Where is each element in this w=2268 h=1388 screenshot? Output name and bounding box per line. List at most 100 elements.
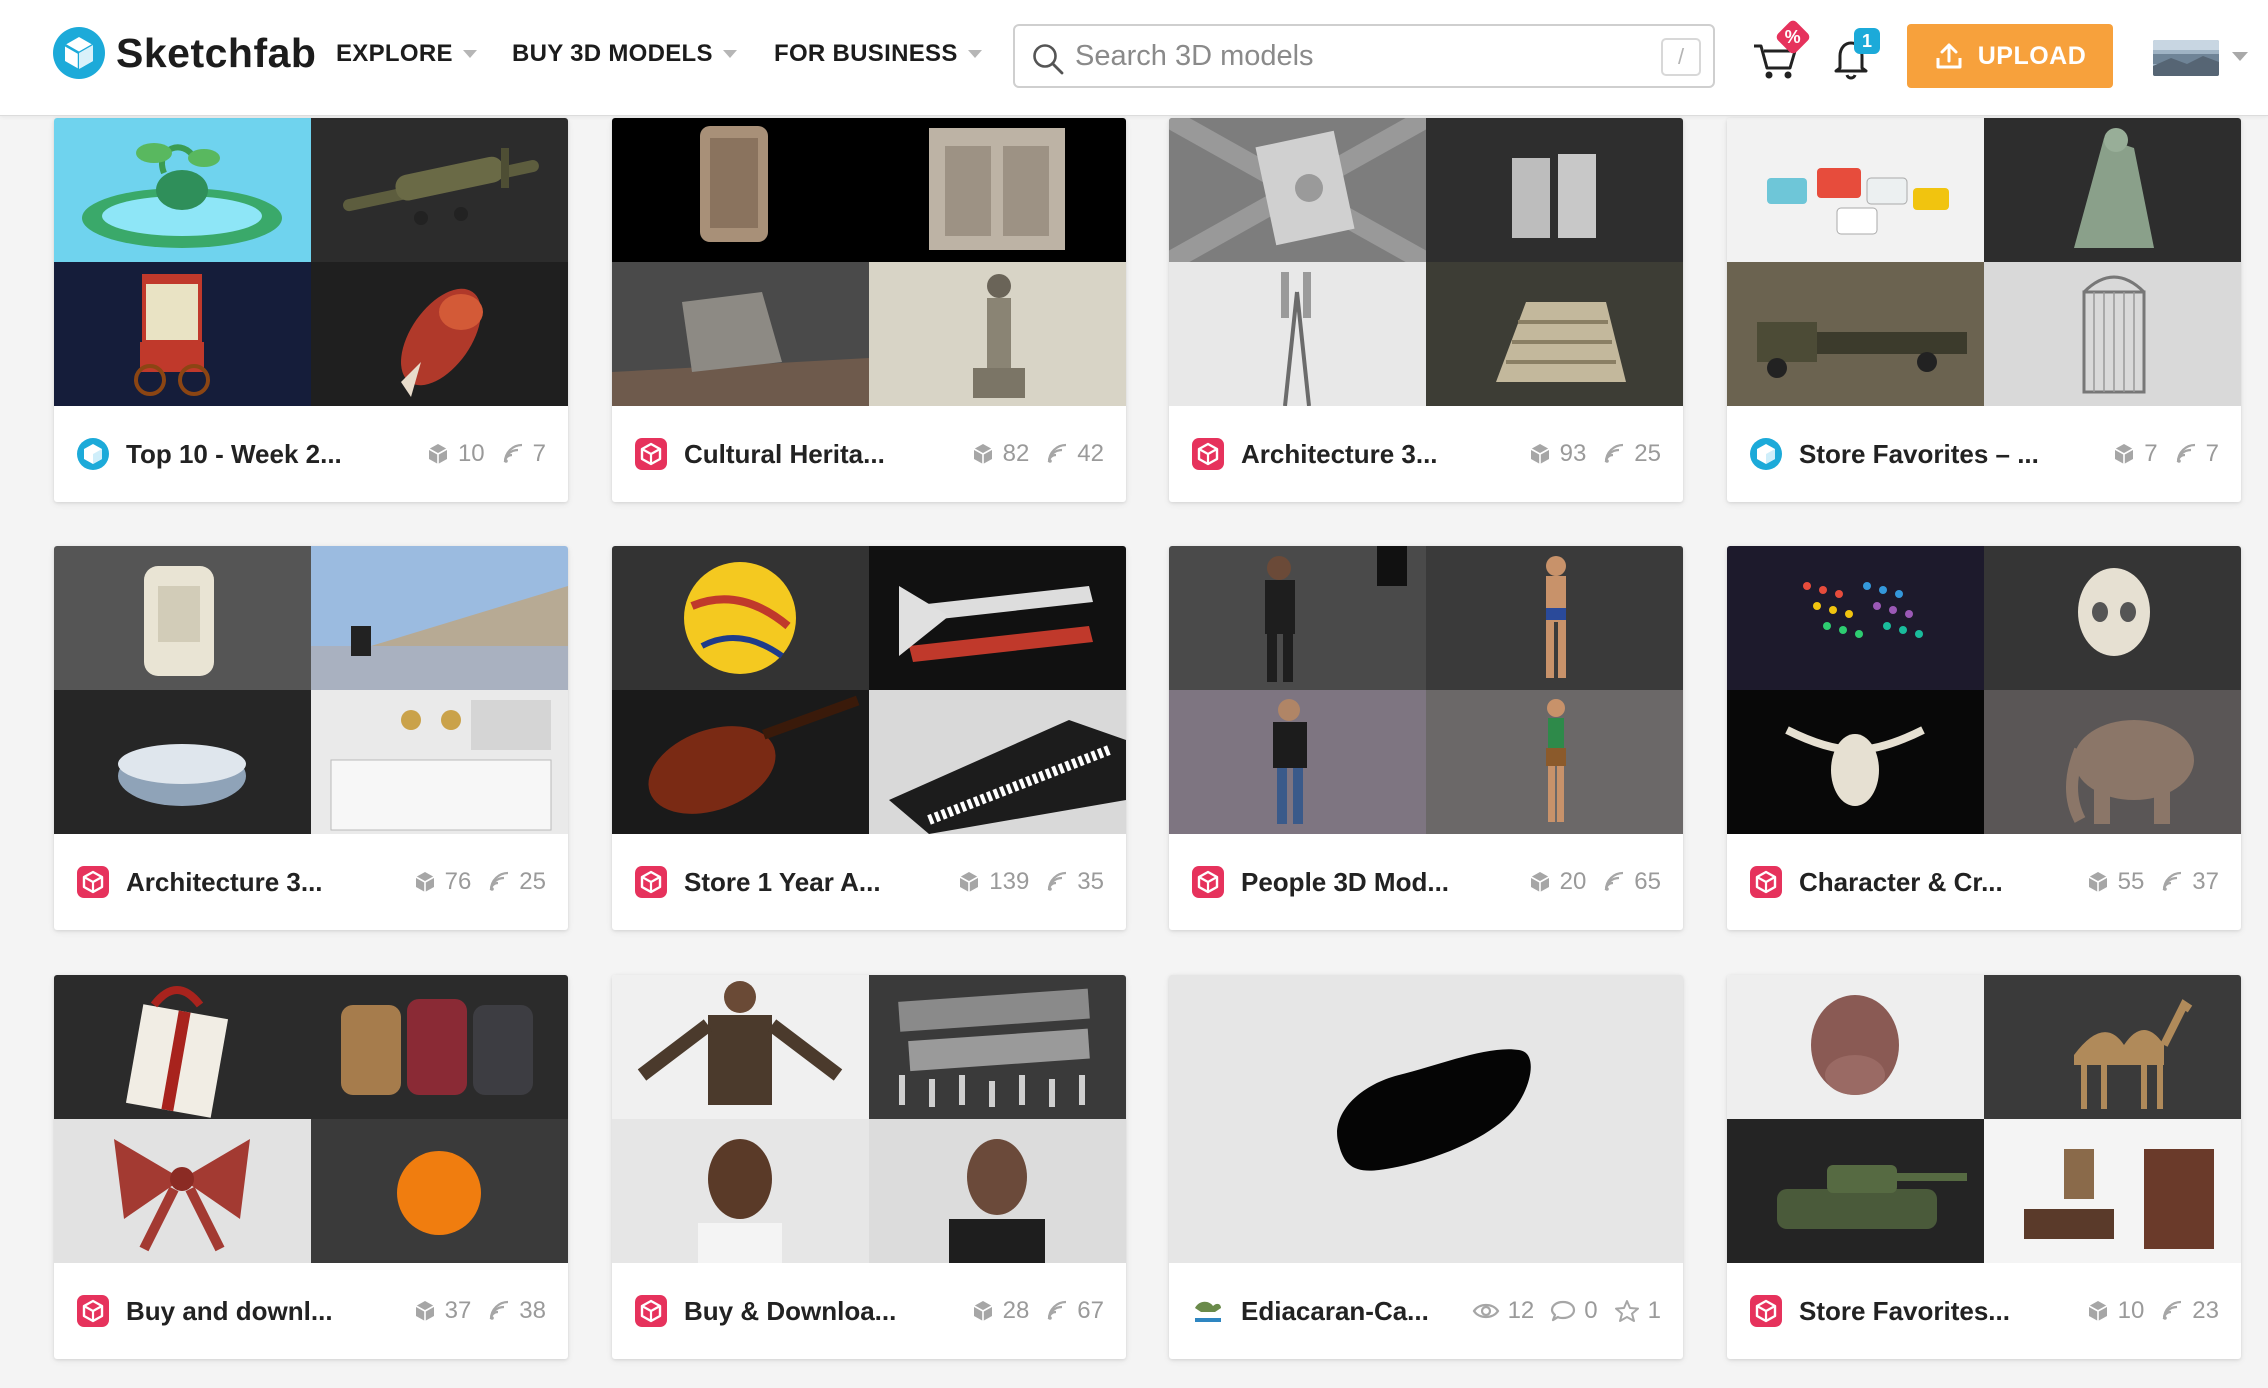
thumbnail-grid[interactable] [1169, 546, 1683, 834]
notifications-button[interactable]: 1 [1826, 28, 1882, 86]
collection-title[interactable]: Cultural Herita... [684, 439, 955, 470]
model-thumbnail[interactable] [612, 690, 869, 834]
model-thumbnail[interactable] [869, 975, 1126, 1119]
model-thumbnail[interactable] [1727, 975, 1984, 1119]
model-thumbnail[interactable] [1727, 546, 1984, 690]
model-thumbnail[interactable] [54, 546, 311, 690]
collection-title[interactable]: Architecture 3... [126, 867, 397, 898]
model-thumbnail[interactable] [1426, 690, 1683, 834]
thumbnail-grid[interactable] [54, 975, 568, 1263]
model-thumbnail[interactable] [311, 1119, 568, 1263]
model-thumbnail[interactable] [612, 975, 869, 1119]
model-thumbnail[interactable] [1984, 975, 2241, 1119]
collection-card[interactable]: Store Favorites – ... 7 7 [1727, 118, 2241, 502]
collection-card[interactable]: Top 10 - Week 2... 10 7 [54, 118, 568, 502]
card-footer: Buy & Downloa... 28 67 [612, 1263, 1126, 1359]
nav-buy-3d-models[interactable]: BUY 3D MODELS [512, 36, 737, 72]
collection-title[interactable]: Buy & Downloa... [684, 1296, 955, 1327]
model-thumbnail[interactable] [1426, 262, 1683, 406]
model-thumbnail[interactable] [1169, 690, 1426, 834]
search-box[interactable]: / [1013, 24, 1715, 88]
follower-count: 42 [1045, 440, 1104, 468]
like-count[interactable]: 1 [1614, 1297, 1661, 1325]
model-thumbnail[interactable] [869, 1119, 1126, 1263]
head-bust-image [612, 1119, 869, 1263]
cart-button[interactable]: % [1750, 18, 1812, 86]
collection-title[interactable]: Top 10 - Week 2... [126, 439, 410, 470]
model-thumbnail[interactable] [311, 262, 568, 406]
model-thumbnail[interactable] [54, 975, 311, 1119]
collection-card[interactable]: Cultural Herita... 82 42 [612, 118, 1126, 502]
collection-title[interactable]: People 3D Mod... [1241, 867, 1512, 898]
thumbnail-grid[interactable] [54, 118, 568, 406]
collection-card[interactable]: Buy and downl... 37 38 [54, 975, 568, 1359]
model-thumbnail[interactable] [869, 118, 1126, 262]
collection-card[interactable]: Architecture 3... 76 25 [54, 546, 568, 930]
model-thumbnail[interactable] [54, 1119, 311, 1263]
collection-title[interactable]: Store Favorites – ... [1799, 439, 2096, 470]
model-thumbnail[interactable] [612, 1119, 869, 1263]
office-furniture-image [1984, 1119, 2241, 1263]
model-thumbnail[interactable] [1727, 690, 1984, 834]
model-thumbnail[interactable] [869, 262, 1126, 406]
model-thumbnail[interactable] [612, 118, 869, 262]
thumbnail-grid[interactable] [1169, 118, 1683, 406]
model-thumbnail[interactable] [1727, 118, 1984, 262]
model-count-value: 55 [2117, 868, 2145, 895]
upload-button[interactable]: UPLOAD [1907, 24, 2113, 88]
model-thumbnail[interactable] [311, 975, 568, 1119]
collection-card[interactable]: Store 1 Year A... 139 35 [612, 546, 1126, 930]
sketchfab-collection-icon [1749, 437, 1783, 471]
model-thumbnail[interactable] [311, 118, 568, 262]
collection-card[interactable]: Character & Cr... 55 37 [1727, 546, 2241, 930]
cube-icon [957, 870, 981, 894]
thumbnail-grid[interactable] [1727, 118, 2241, 406]
model-thumbnail[interactable] [612, 262, 869, 406]
thumbnail-grid[interactable] [612, 546, 1126, 834]
collection-title[interactable]: Buy and downl... [126, 1296, 397, 1327]
thumbnail-grid[interactable] [54, 546, 568, 834]
model-thumbnail[interactable] [311, 690, 568, 834]
model-thumbnail[interactable] [1426, 118, 1683, 262]
model-thumbnail[interactable] [869, 690, 1126, 834]
model-thumbnail[interactable] [1426, 546, 1683, 690]
model-card[interactable]: Ediacaran-Ca... 12 0 1 [1169, 975, 1683, 1359]
model-thumbnail[interactable] [1169, 262, 1426, 406]
model-thumbnail[interactable] [1169, 546, 1426, 690]
model-thumbnail[interactable] [1727, 1119, 1984, 1263]
model-thumbnail[interactable] [1984, 118, 2241, 262]
search-input[interactable] [1075, 34, 1635, 78]
collection-title[interactable]: Character & Cr... [1799, 867, 2070, 898]
thumbnail-grid[interactable] [612, 118, 1126, 406]
collection-title[interactable]: Store Favorites... [1799, 1296, 2070, 1327]
model-thumbnail[interactable] [1727, 262, 1984, 406]
thumbnail-grid[interactable] [612, 975, 1126, 1263]
thumbnail-grid[interactable] [1727, 546, 2241, 834]
model-thumbnail[interactable] [1984, 690, 2241, 834]
thumbnail-grid[interactable] [1727, 975, 2241, 1263]
collection-card[interactable]: Store Favorites... 10 23 [1727, 975, 2241, 1359]
model-thumbnail[interactable] [1984, 546, 2241, 690]
collection-title[interactable]: Architecture 3... [1241, 439, 1512, 470]
model-thumbnail[interactable] [1169, 975, 1683, 1263]
collection-title[interactable]: Store 1 Year A... [684, 867, 941, 898]
nav-for-business[interactable]: FOR BUSINESS [774, 36, 982, 72]
collection-card[interactable]: People 3D Mod... 20 65 [1169, 546, 1683, 930]
model-thumbnail[interactable] [869, 546, 1126, 690]
user-avatar[interactable] [2153, 40, 2219, 76]
bull-skull-image [1727, 690, 1984, 834]
model-thumbnail[interactable] [311, 546, 568, 690]
model-thumbnail[interactable] [1984, 262, 2241, 406]
collection-card[interactable]: Buy & Downloa... 28 67 [612, 975, 1126, 1359]
sketchfab-logo[interactable]: Sketchfab [52, 24, 316, 82]
model-title[interactable]: Ediacaran-Ca... [1241, 1296, 1456, 1327]
nav-explore[interactable]: EXPLORE [336, 36, 477, 72]
chevron-down-icon[interactable] [2232, 52, 2248, 61]
model-thumbnail[interactable] [612, 546, 869, 690]
model-thumbnail[interactable] [54, 118, 311, 262]
collection-card[interactable]: Architecture 3... 93 25 [1169, 118, 1683, 502]
model-thumbnail[interactable] [1169, 118, 1426, 262]
model-thumbnail[interactable] [54, 262, 311, 406]
model-thumbnail[interactable] [1984, 1119, 2241, 1263]
model-thumbnail[interactable] [54, 690, 311, 834]
